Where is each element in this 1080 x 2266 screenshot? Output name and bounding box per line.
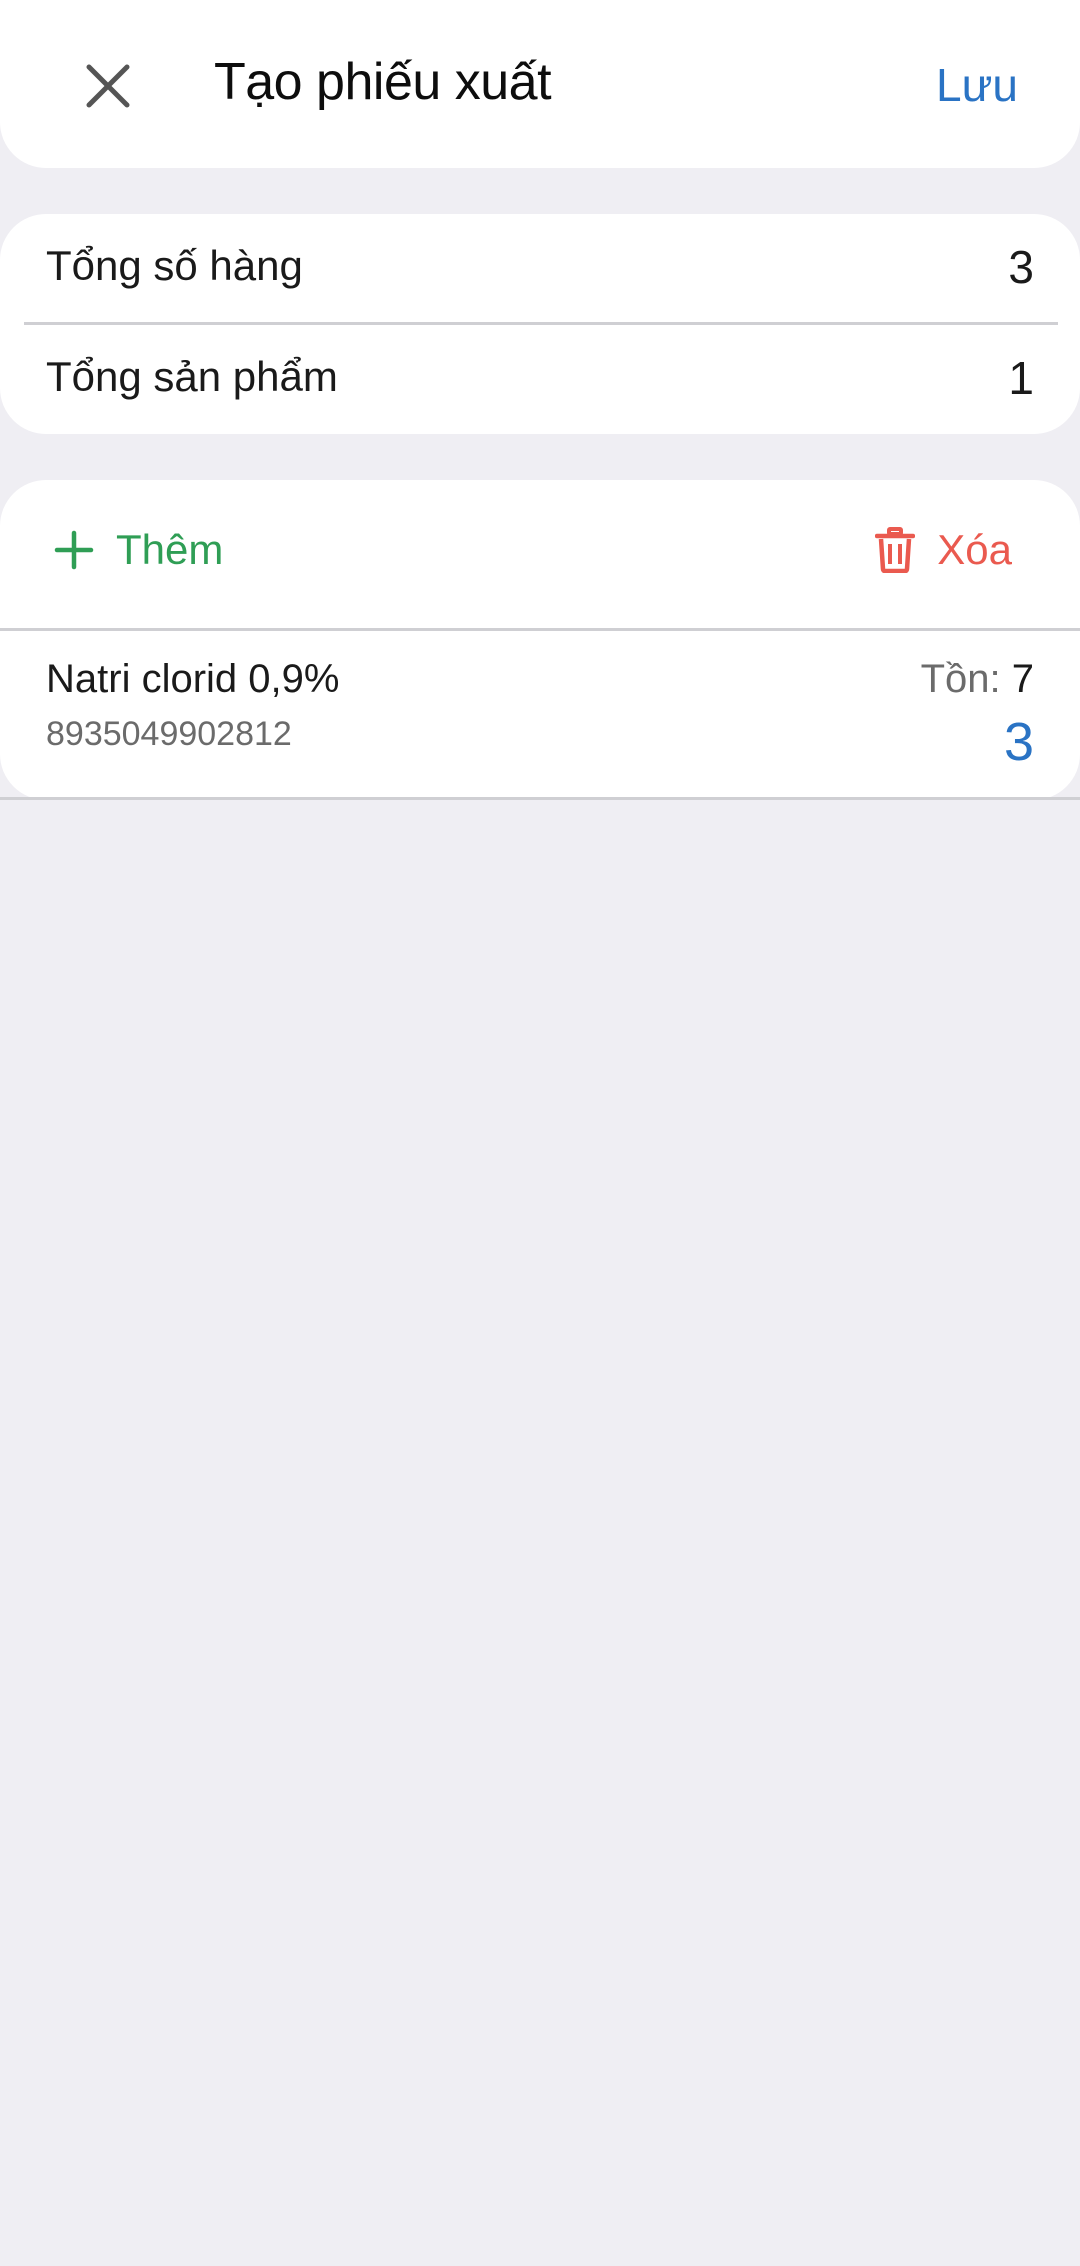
total-products-value: 1 xyxy=(1008,352,1034,404)
plus-icon xyxy=(54,530,94,570)
item-stock: Tồn: 7 xyxy=(921,657,1034,702)
total-items-row: Tổng số hàng 3 xyxy=(0,214,1080,322)
item-stock-label: Tồn: xyxy=(920,657,1001,701)
item-barcode: 8935049902812 xyxy=(46,715,292,753)
total-items-value: 3 xyxy=(1008,241,1034,293)
delete-button-label: Xóa xyxy=(937,526,1012,573)
close-button[interactable] xyxy=(76,54,140,118)
app-header: Tạo phiếu xuất Lưu xyxy=(0,0,1080,168)
item-name: Natri clorid 0,9% xyxy=(46,657,340,701)
save-button[interactable]: Lưu xyxy=(936,58,1018,112)
delete-button[interactable]: Xóa xyxy=(875,526,1012,574)
item-stock-value: 7 xyxy=(1011,657,1034,701)
page-title: Tạo phiếu xuất xyxy=(214,53,552,111)
total-items-label: Tổng số hàng xyxy=(46,242,303,289)
total-products-label: Tổng sản phẩm xyxy=(46,353,338,400)
item-quantity[interactable]: 3 xyxy=(1004,711,1034,773)
item-divider xyxy=(0,797,1080,800)
add-button-label: Thêm xyxy=(116,526,224,573)
total-products-row: Tổng sản phẩm 1 xyxy=(0,325,1080,433)
items-card: Thêm Xóa Natri clorid 0,9% 8935049902812… xyxy=(0,480,1080,800)
trash-icon xyxy=(875,527,916,573)
add-button[interactable]: Thêm xyxy=(54,526,223,574)
list-item[interactable]: Natri clorid 0,9% 8935049902812 Tồn: 7 3 xyxy=(0,631,1080,797)
action-bar: Thêm Xóa xyxy=(0,480,1080,628)
close-icon xyxy=(86,64,130,108)
summary-card: Tổng số hàng 3 Tổng sản phẩm 1 xyxy=(0,214,1080,434)
